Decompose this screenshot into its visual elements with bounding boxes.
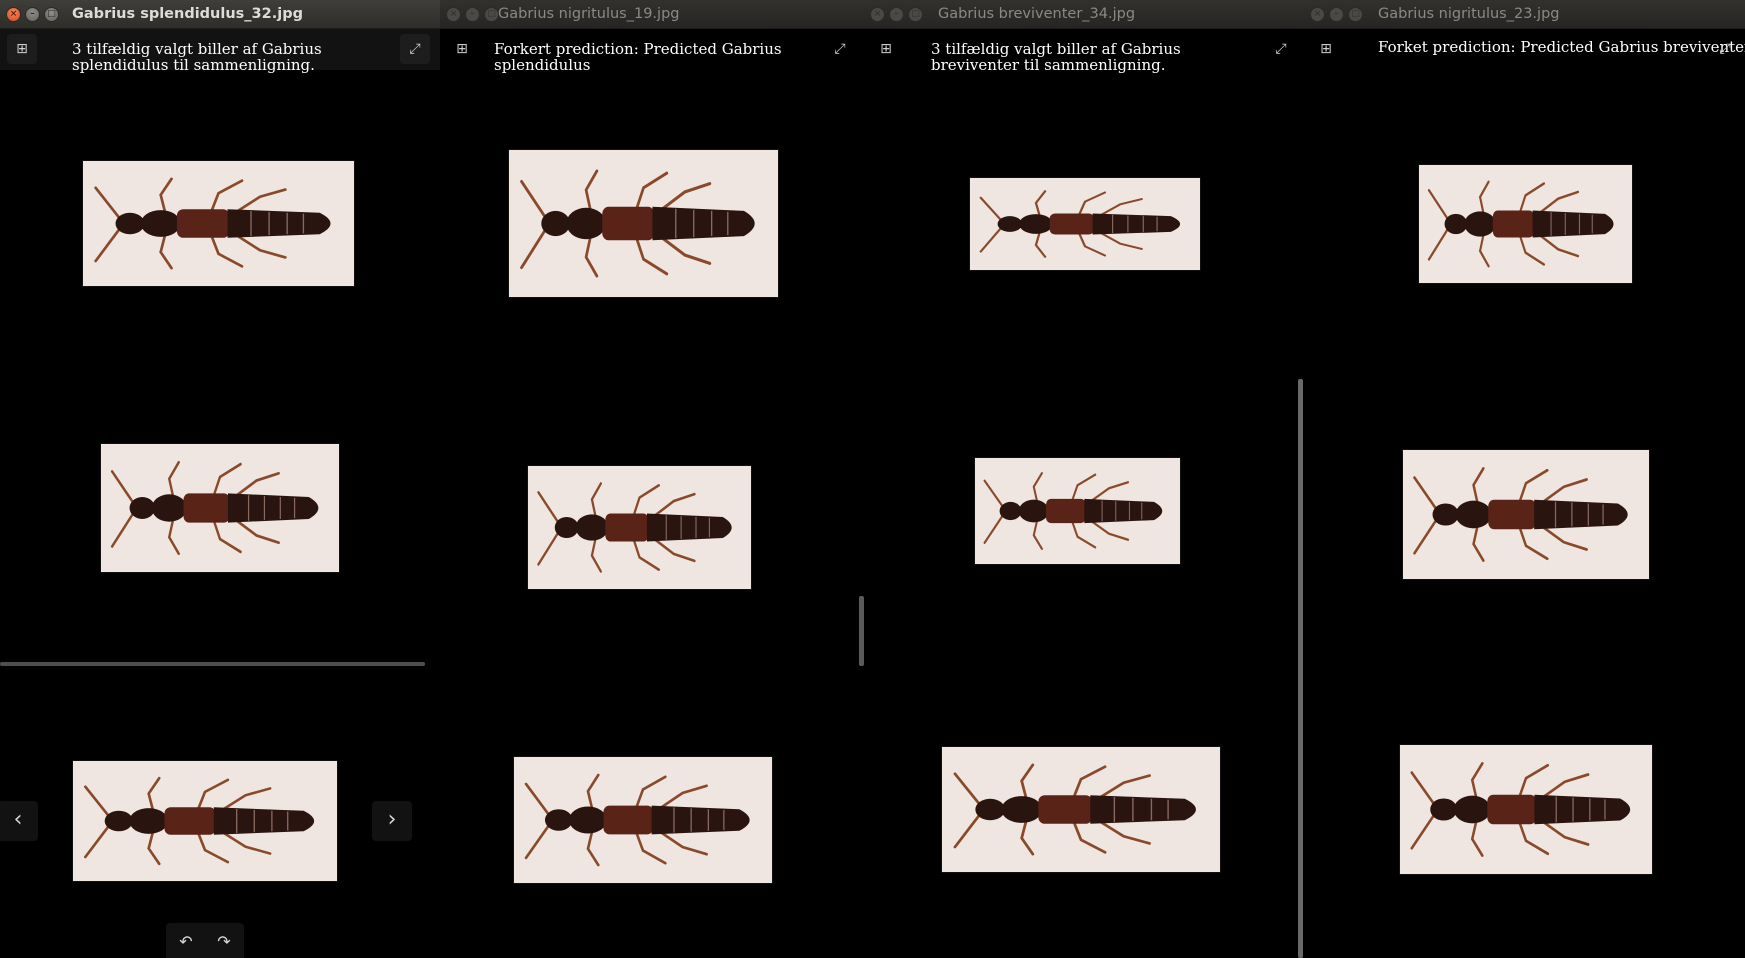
minimize-window-button[interactable]: – bbox=[25, 7, 40, 22]
plus-square-icon: ⊞ bbox=[1320, 41, 1332, 57]
close-window-button[interactable]: × bbox=[870, 7, 885, 22]
specimen-image bbox=[1399, 744, 1653, 875]
specimen-image bbox=[513, 756, 773, 884]
add-button[interactable]: ⊞ bbox=[7, 34, 37, 64]
maximize-window-button[interactable]: □ bbox=[484, 7, 499, 22]
window-title: Gabrius splendidulus_32.jpg bbox=[72, 6, 303, 22]
image-toolbar: ⊞ 3 tilfældig valgt biller af Gabrius sp… bbox=[0, 29, 440, 74]
image-window-4: × – □ Gabrius nigritulus_23.jpg ⊞ Forket… bbox=[1304, 0, 1745, 958]
titlebar[interactable]: × – □ Gabrius breviventer_34.jpg bbox=[864, 0, 1304, 29]
rotate-right-button[interactable]: ↷ bbox=[214, 932, 234, 952]
specimen-image bbox=[100, 443, 340, 573]
rotate-right-icon: ↷ bbox=[217, 932, 231, 951]
window-title: Gabrius nigritulus_19.jpg bbox=[498, 6, 680, 22]
plus-square-icon: ⊞ bbox=[16, 41, 28, 57]
minimize-window-button[interactable]: – bbox=[1329, 7, 1344, 22]
image-window-1: × – □ Gabrius splendidulus_32.jpg ⊞ 3 ti… bbox=[0, 0, 440, 958]
specimen-image bbox=[974, 457, 1181, 565]
specimen-image bbox=[1418, 164, 1633, 284]
close-window-button[interactable]: × bbox=[1310, 7, 1325, 22]
chevron-right-icon: › bbox=[387, 807, 397, 832]
rotate-left-icon: ↶ bbox=[179, 932, 193, 951]
specimen-image bbox=[508, 149, 779, 298]
add-button[interactable]: ⊞ bbox=[447, 34, 477, 64]
image-caption: 3 tilfældig valgt biller af Gabrius sple… bbox=[72, 40, 322, 74]
add-button[interactable]: ⊞ bbox=[1311, 34, 1341, 64]
vertical-scrollbar[interactable] bbox=[1298, 379, 1303, 958]
expand-icon: ⤢ bbox=[1719, 41, 1731, 57]
window-title: Gabrius breviventer_34.jpg bbox=[938, 6, 1136, 22]
horizontal-scrollbar[interactable] bbox=[0, 662, 425, 666]
image-caption: Forkert prediction: Predicted Gabrius sp… bbox=[494, 40, 782, 74]
minimize-window-button[interactable]: – bbox=[889, 7, 904, 22]
plus-square-icon: ⊞ bbox=[456, 41, 468, 57]
image-window-3: × – □ Gabrius breviventer_34.jpg ⊞ 3 til… bbox=[864, 0, 1304, 958]
close-window-button[interactable]: × bbox=[6, 7, 21, 22]
expand-icon: ⤢ bbox=[1275, 41, 1287, 57]
chevron-left-icon: ‹ bbox=[13, 807, 23, 832]
fullscreen-button[interactable]: ⤢ bbox=[825, 34, 855, 64]
expand-icon: ⤢ bbox=[409, 41, 421, 57]
rotate-toolbar: ↶ ↷ bbox=[166, 923, 244, 958]
fullscreen-button[interactable]: ⤢ bbox=[1710, 34, 1740, 64]
image-toolbar: ⊞ Forkert prediction: Predicted Gabrius … bbox=[440, 29, 864, 74]
window-title: Gabrius nigritulus_23.jpg bbox=[1378, 6, 1560, 22]
specimen-image bbox=[1402, 449, 1650, 580]
previous-image-button[interactable]: ‹ bbox=[0, 801, 38, 841]
fullscreen-button[interactable]: ⤢ bbox=[1266, 34, 1296, 64]
titlebar[interactable]: × – □ Gabrius nigritulus_23.jpg bbox=[1304, 0, 1745, 29]
titlebar[interactable]: × – □ Gabrius splendidulus_32.jpg bbox=[0, 0, 440, 29]
image-window-2: × – □ Gabrius nigritulus_19.jpg ⊞ Forker… bbox=[440, 0, 864, 958]
add-button[interactable]: ⊞ bbox=[871, 34, 901, 64]
specimen-image bbox=[969, 177, 1201, 271]
image-caption: Forket prediction: Predicted Gabrius bre… bbox=[1378, 38, 1745, 56]
plus-square-icon: ⊞ bbox=[880, 41, 892, 57]
specimen-image bbox=[82, 160, 355, 287]
titlebar[interactable]: × – □ Gabrius nigritulus_19.jpg bbox=[440, 0, 864, 29]
image-toolbar: ⊞ 3 tilfældig valgt biller af Gabrius br… bbox=[864, 29, 1304, 74]
expand-icon: ⤢ bbox=[834, 41, 846, 57]
specimen-image bbox=[941, 746, 1221, 873]
specimen-image bbox=[72, 760, 338, 882]
image-toolbar: ⊞ Forket prediction: Predicted Gabrius b… bbox=[1304, 29, 1745, 70]
image-caption: 3 tilfældig valgt biller af Gabrius brev… bbox=[931, 40, 1181, 74]
specimen-image bbox=[527, 465, 752, 590]
rotate-left-button[interactable]: ↶ bbox=[176, 932, 196, 952]
maximize-window-button[interactable]: □ bbox=[908, 7, 923, 22]
maximize-window-button[interactable]: □ bbox=[44, 7, 59, 22]
maximize-window-button[interactable]: □ bbox=[1348, 7, 1363, 22]
close-window-button[interactable]: × bbox=[446, 7, 461, 22]
minimize-window-button[interactable]: – bbox=[465, 7, 480, 22]
fullscreen-button[interactable]: ⤢ bbox=[400, 34, 430, 64]
next-image-button[interactable]: › bbox=[372, 801, 412, 841]
